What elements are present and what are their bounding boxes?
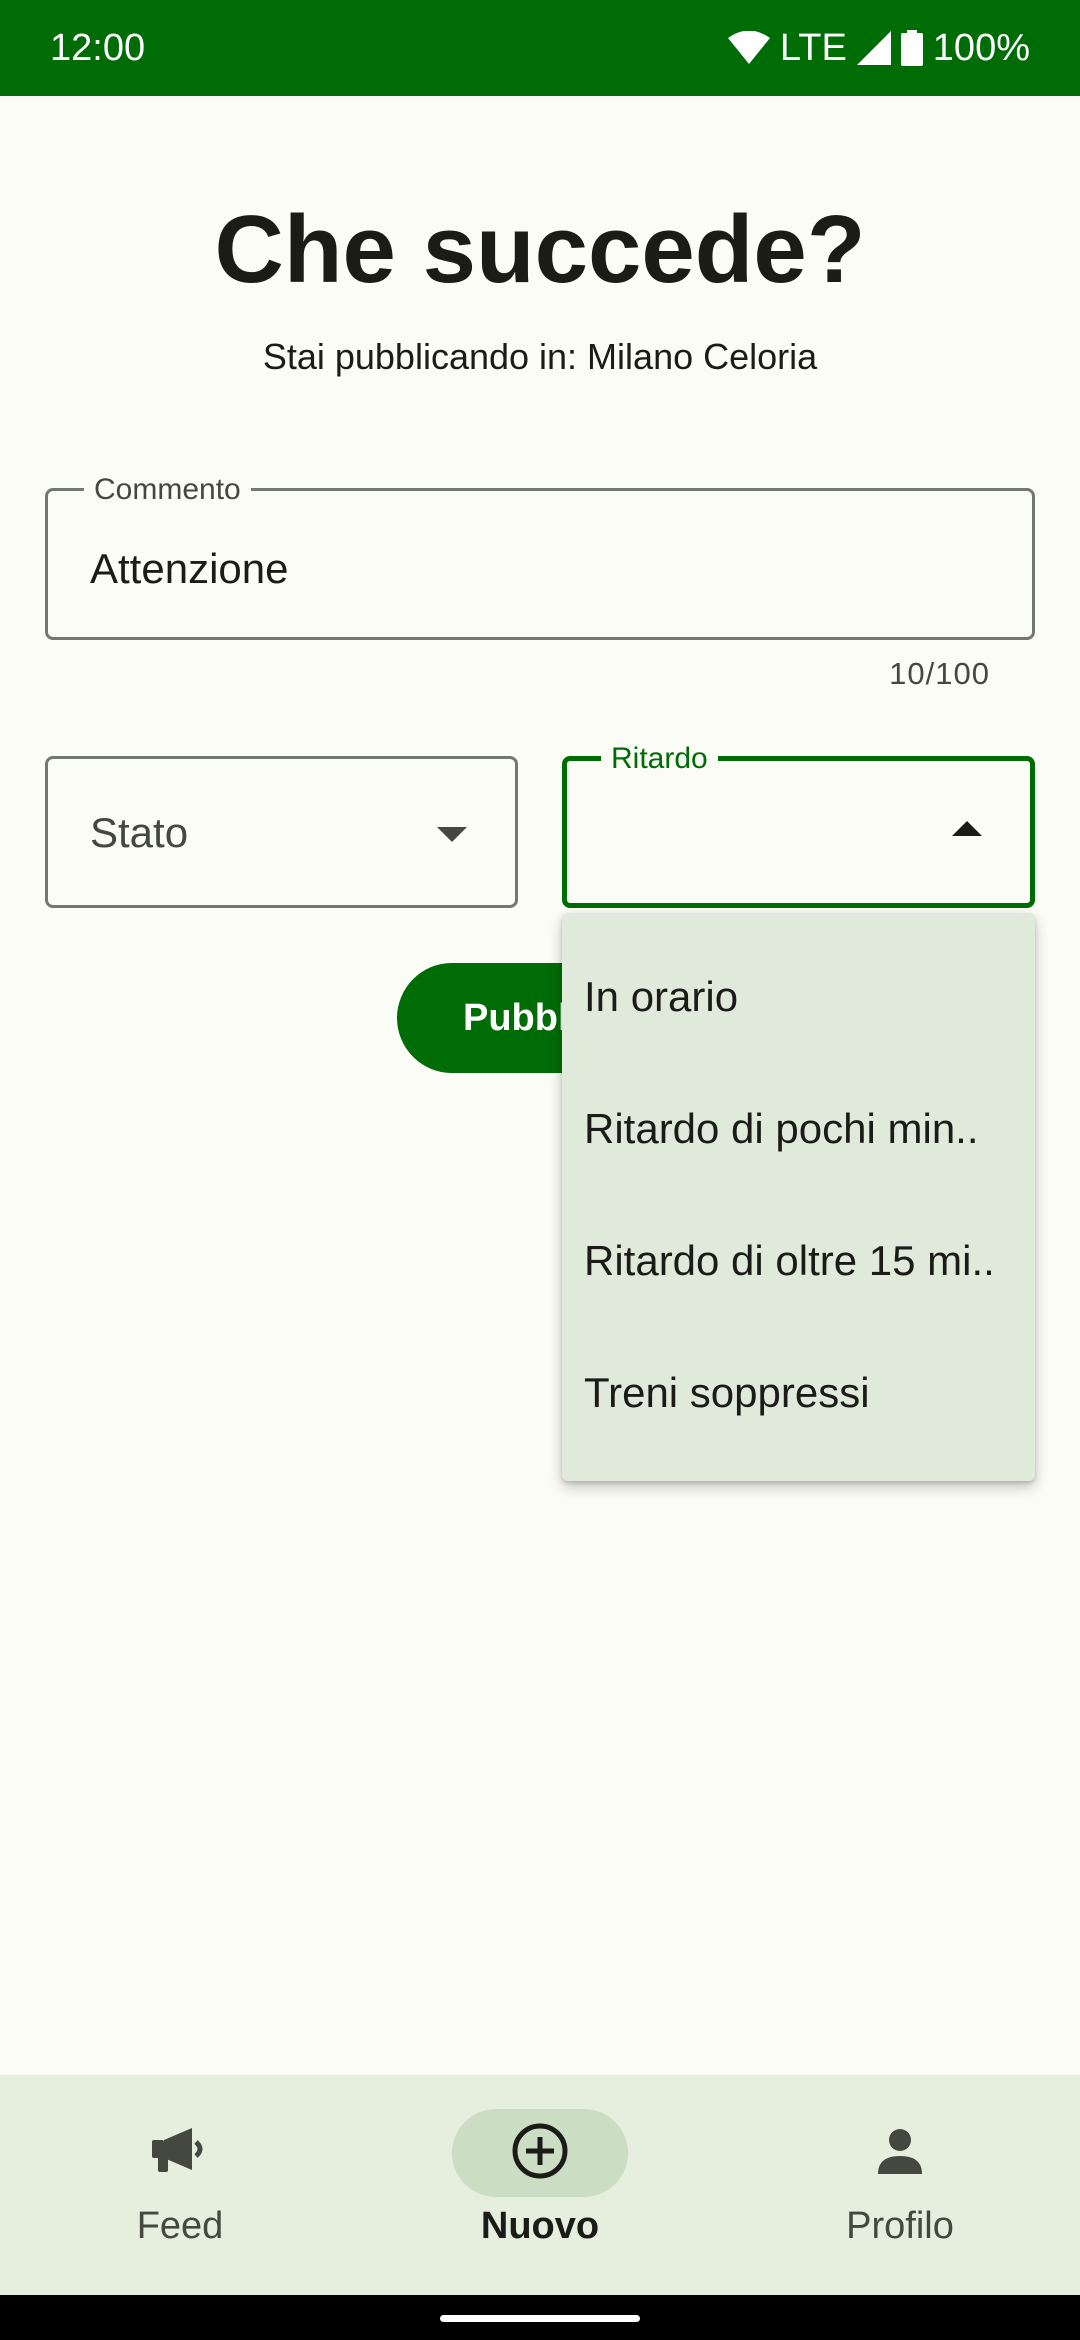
- nav-label-profilo: Profilo: [846, 2205, 954, 2247]
- wifi-icon: [727, 31, 770, 65]
- menu-item-in-orario[interactable]: In orario: [584, 931, 1025, 1063]
- nav-item-profilo[interactable]: Profilo: [720, 2075, 1080, 2295]
- page-title: Che succede?: [214, 196, 866, 303]
- megaphone-icon: [150, 2126, 210, 2181]
- chevron-up-icon: [952, 821, 982, 836]
- nav-icon-container-active: [452, 2109, 628, 2197]
- ritardo-dropdown[interactable]: Ritardo: [562, 742, 1035, 908]
- menu-item-ritardo-pochi-minuti[interactable]: Ritardo di pochi min..: [584, 1063, 1025, 1195]
- person-icon: [875, 2126, 925, 2181]
- page-subtitle: Stai pubblicando in: Milano Celoria: [262, 336, 818, 377]
- add-circle-icon: [511, 2122, 569, 2185]
- stato-dropdown[interactable]: Stato: [45, 756, 518, 908]
- stato-placeholder: Stato: [90, 809, 189, 856]
- system-gesture-bar: [0, 2295, 1080, 2340]
- battery-icon: [900, 30, 923, 66]
- menu-item-treni-soppressi[interactable]: Treni soppressi: [584, 1327, 1025, 1459]
- status-time: 12:00: [50, 26, 146, 69]
- status-icons: LTE 100%: [727, 26, 1030, 70]
- comment-char-counter: 10/100: [889, 656, 990, 691]
- publish-button-label: Pubbl: [463, 996, 569, 1039]
- comment-input-value[interactable]: Attenzione: [90, 545, 288, 593]
- menu-item-ritardo-oltre-15[interactable]: Ritardo di oltre 15 mi..: [584, 1195, 1025, 1327]
- signal-icon: [856, 31, 891, 65]
- bottom-navigation: Feed Nuovo Profilo: [0, 2075, 1080, 2295]
- nav-icon-container: [92, 2109, 268, 2197]
- chevron-down-icon: [437, 827, 467, 842]
- nav-item-nuovo[interactable]: Nuovo: [360, 2075, 720, 2295]
- network-type: LTE: [779, 26, 847, 69]
- nav-label-nuovo: Nuovo: [480, 2205, 600, 2247]
- comment-field[interactable]: Commento Attenzione: [45, 473, 1035, 640]
- nav-label-feed: Feed: [136, 2205, 224, 2247]
- home-gesture-handle[interactable]: [440, 2315, 640, 2322]
- status-bar: 12:00 LTE 100%: [0, 0, 1080, 96]
- battery-level: 100%: [932, 26, 1030, 69]
- ritardo-field-label: Ritardo: [601, 742, 718, 776]
- ritardo-dropdown-menu: In orario Ritardo di pochi min.. Ritardo…: [562, 913, 1035, 1481]
- nav-icon-container: [812, 2109, 988, 2197]
- nav-item-feed[interactable]: Feed: [0, 2075, 360, 2295]
- comment-field-label: Commento: [84, 473, 251, 507]
